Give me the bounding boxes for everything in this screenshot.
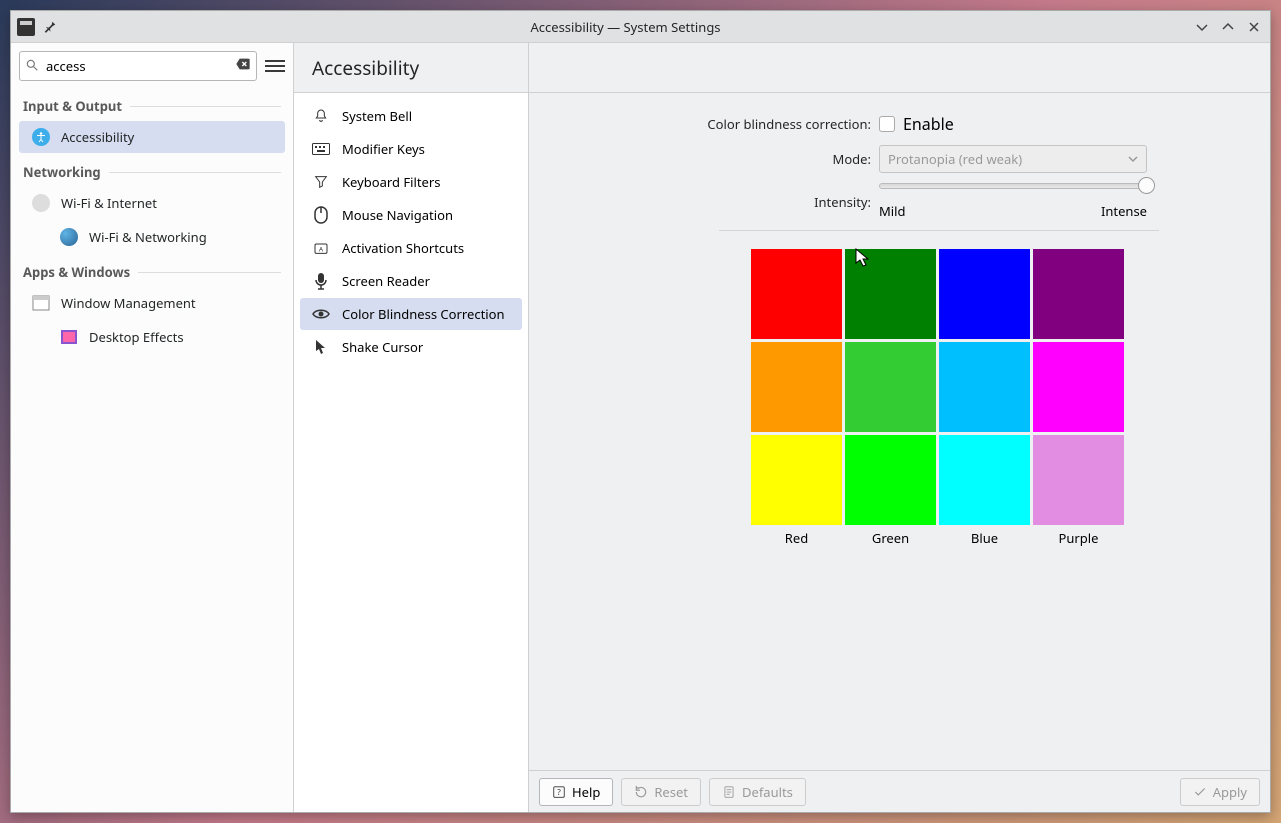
page-title: Accessibility: [312, 55, 419, 81]
color-swatch: [751, 249, 842, 339]
maximize-button[interactable]: [1220, 19, 1236, 35]
app-icon: [17, 18, 35, 36]
subnav-item-label: System Bell: [342, 107, 412, 125]
color-column-label: Blue: [939, 529, 1030, 547]
color-swatch: [845, 435, 936, 525]
subnav-item-label: Mouse Navigation: [342, 206, 453, 224]
hamburger-menu-icon[interactable]: [265, 56, 285, 76]
help-button[interactable]: ? Help: [539, 778, 613, 806]
color-swatch: [1033, 249, 1124, 339]
color-labels-row: RedGreenBluePurple: [751, 529, 1240, 547]
section-title: Input & Output: [11, 89, 293, 119]
subnav-item-mouse-navigation[interactable]: Mouse Navigation: [300, 199, 522, 231]
slider-thumb[interactable]: [1138, 177, 1155, 194]
titlebar: Accessibility — System Settings: [11, 11, 1270, 43]
footer-bar: ? Help Reset Defaults Apply: [529, 770, 1270, 812]
subnav-item-label: Color Blindness Correction: [342, 305, 505, 323]
sidebar-item-label: Wi-Fi & Internet: [61, 194, 157, 212]
mode-label: Mode:: [559, 150, 879, 168]
search-input[interactable]: [19, 51, 257, 81]
sidebar-item-window-management[interactable]: Window Management: [19, 287, 285, 319]
eye-icon: [312, 305, 330, 323]
color-swatch: [939, 249, 1030, 339]
color-swatch: [939, 342, 1030, 432]
enable-checkbox-text: Enable: [903, 113, 954, 135]
defaults-button[interactable]: Defaults: [709, 778, 806, 806]
sidebar-item-wi-fi-internet[interactable]: Wi-Fi & Internet: [19, 187, 285, 219]
intensity-label: Intensity:: [559, 193, 879, 211]
color-column-label: Purple: [1033, 529, 1124, 547]
subnav-item-color-blindness-correction[interactable]: Color Blindness Correction: [300, 298, 522, 330]
color-preview-grid: [751, 249, 1240, 525]
color-swatch: [939, 435, 1030, 525]
subnav: Accessibility System Bell Modifier Keys Ke…: [294, 43, 529, 812]
subnav-item-screen-reader[interactable]: Screen Reader: [300, 265, 522, 297]
sidebar-item-label: Wi-Fi & Networking: [89, 228, 207, 246]
color-swatch: [845, 249, 936, 339]
intensity-max-label: Intense: [1101, 202, 1147, 220]
main-content: Color blindness correction: Enable Mode:…: [529, 43, 1270, 812]
chevron-down-icon: [1128, 150, 1138, 168]
color-swatch: [1033, 342, 1124, 432]
subnav-item-keyboard-filters[interactable]: Keyboard Filters: [300, 166, 522, 198]
sidebar-item-accessibility[interactable]: Accessibility: [19, 121, 285, 153]
intensity-slider[interactable]: [879, 183, 1147, 189]
sidebar-item-label: Desktop Effects: [89, 328, 184, 346]
globe-icon: [59, 227, 79, 247]
sidebar-item-desktop-effects[interactable]: Desktop Effects: [19, 321, 285, 353]
color-swatch: [751, 342, 842, 432]
color-swatch: [751, 435, 842, 525]
window-icon: [31, 293, 51, 313]
separator: [719, 230, 1159, 231]
sidebar-item-label: Accessibility: [61, 128, 134, 146]
wifi-icon: [31, 193, 51, 213]
subnav-item-label: Screen Reader: [342, 272, 430, 290]
clear-search-icon[interactable]: [235, 55, 251, 77]
close-button[interactable]: [1246, 19, 1262, 35]
apply-button[interactable]: Apply: [1180, 778, 1260, 806]
color-column-label: Red: [751, 529, 842, 547]
svg-text:A: A: [319, 244, 324, 253]
mode-select[interactable]: Protanopia (red weak): [879, 145, 1147, 173]
subnav-item-activation-shortcuts[interactable]: A Activation Shortcuts: [300, 232, 522, 264]
settings-window: Accessibility — System Settings: [10, 10, 1271, 813]
shortcut-icon: A: [312, 239, 330, 257]
accessibility-icon: [31, 127, 51, 147]
enable-checkbox[interactable]: [879, 116, 895, 132]
effects-icon: [59, 327, 79, 347]
reset-button[interactable]: Reset: [621, 778, 701, 806]
subnav-item-label: Modifier Keys: [342, 140, 425, 158]
mic-icon: [312, 272, 330, 290]
pointer-icon: [312, 338, 330, 356]
filter-icon: [312, 173, 330, 191]
mode-select-value: Protanopia (red weak): [888, 150, 1022, 168]
section-title: Apps & Windows: [11, 255, 293, 285]
sidebar-item-label: Window Management: [61, 294, 196, 312]
bell-icon: [312, 107, 330, 125]
subnav-item-label: Shake Cursor: [342, 338, 423, 356]
subnav-item-label: Keyboard Filters: [342, 173, 440, 191]
svg-text:?: ?: [557, 786, 561, 797]
search-icon: [25, 55, 39, 77]
intensity-min-label: Mild: [879, 202, 906, 220]
minimize-button[interactable]: [1194, 19, 1210, 35]
page-header: Accessibility: [294, 43, 528, 93]
section-title: Networking: [11, 155, 293, 185]
color-swatch: [845, 342, 936, 432]
pin-icon[interactable]: [43, 20, 57, 34]
keyboard-icon: [312, 140, 330, 158]
sidebar-item-wi-fi-networking[interactable]: Wi-Fi & Networking: [19, 221, 285, 253]
subnav-item-system-bell[interactable]: System Bell: [300, 100, 522, 132]
enable-label: Color blindness correction:: [559, 115, 879, 133]
mouse-icon: [312, 206, 330, 224]
subnav-item-label: Activation Shortcuts: [342, 239, 464, 257]
subnav-item-shake-cursor[interactable]: Shake Cursor: [300, 331, 522, 363]
color-column-label: Green: [845, 529, 936, 547]
color-swatch: [1033, 435, 1124, 525]
subnav-item-modifier-keys[interactable]: Modifier Keys: [300, 133, 522, 165]
window-title: Accessibility — System Settings: [57, 18, 1194, 36]
sidebar: Input & Output Accessibility Networking Wi-…: [11, 43, 294, 812]
